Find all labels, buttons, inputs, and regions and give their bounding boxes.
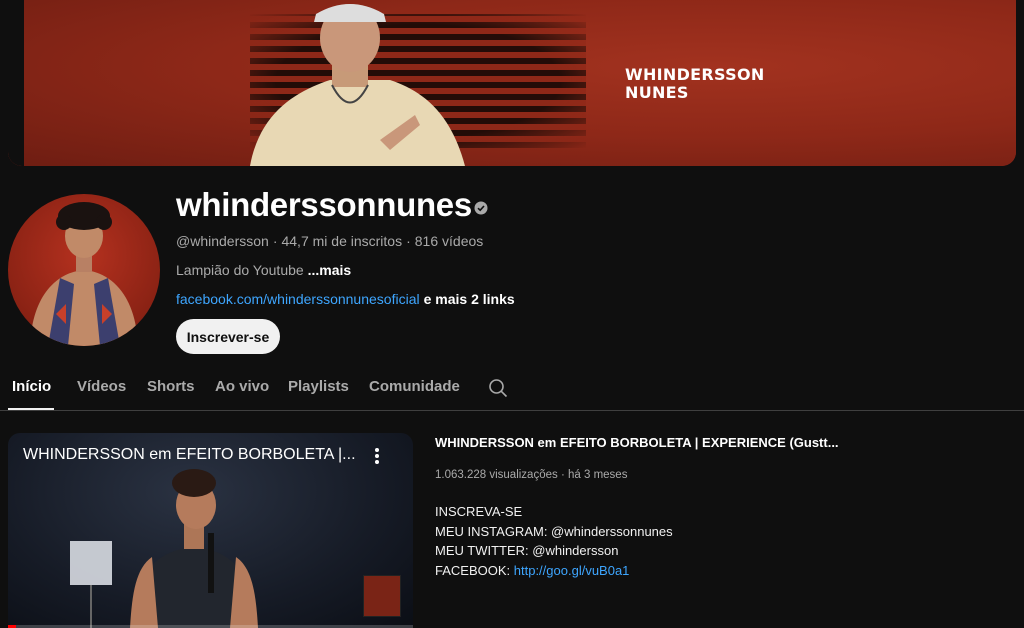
subscribe-button[interactable]: Inscrever-se <box>176 319 280 354</box>
tab-shorts[interactable]: Shorts <box>147 378 195 395</box>
description-line: FACEBOOK: http://goo.gl/vuB0a1 <box>435 562 630 578</box>
more-links-button[interactable]: e mais 2 links <box>424 291 515 307</box>
tab-inicio[interactable]: Início <box>12 378 51 395</box>
description-line: INSCREVA-SE <box>435 504 523 519</box>
channel-name: whinderssonnunes <box>176 186 472 223</box>
tab-playlists[interactable]: Playlists <box>288 378 349 395</box>
active-tab-indicator <box>8 408 54 410</box>
facebook-link[interactable]: facebook.com/whinderssonnunesoficial <box>176 291 420 307</box>
channel-watermark[interactable] <box>363 575 401 617</box>
featured-video-player[interactable]: WHINDERSSON em EFEITO BORBOLETA |... <box>8 433 413 628</box>
channel-description[interactable]: Lampião do Youtube ...mais <box>176 262 351 278</box>
meta-separator: · <box>406 233 411 249</box>
banner-portrait-image <box>250 4 465 166</box>
video-performer-image <box>130 469 258 628</box>
more-vert-icon[interactable] <box>372 446 382 466</box>
description-more-link[interactable]: ...mais <box>308 262 352 278</box>
description-line: MEU TWITTER: @whindersson <box>435 543 619 558</box>
channel-meta: @whindersson · 44,7 mi de inscritos · 816 ví… <box>176 233 483 249</box>
upload-age: há 3 meses <box>568 469 628 481</box>
channel-avatar[interactable] <box>8 194 160 346</box>
description-line: MEU INSTAGRAM: @whinderssonnunes <box>435 523 673 539</box>
channel-links: facebook.com/whinderssonnunesoficial e ma… <box>176 291 515 307</box>
tab-comunidade[interactable]: Comunidade <box>369 378 460 395</box>
tab-ao-vivo[interactable]: Ao vivo <box>215 378 269 395</box>
video-player-title[interactable]: WHINDERSSON em EFEITO BORBOLETA |... <box>23 446 356 464</box>
meta-separator: · <box>272 233 278 249</box>
facebook-short-link[interactable]: http://goo.gl/vuB0a1 <box>514 563 630 578</box>
channel-tabs: Início Vídeos Shorts Ao vivo Playlists C… <box>0 368 1024 411</box>
description-text: Lampião do Youtube <box>176 262 304 278</box>
meta-separator: · <box>560 469 565 481</box>
banner-title: WHINDERSSON NUNES <box>625 65 765 102</box>
view-count: 1.063.228 visualizações <box>435 469 558 481</box>
featured-video-meta: 1.063.228 visualizações · há 3 meses <box>435 469 627 481</box>
music-stand-graphic <box>70 541 112 628</box>
featured-video-description: INSCREVA-SE MEU INSTAGRAM: @whinderssonn… <box>435 502 673 580</box>
subscriber-count: 44,7 mi de inscritos <box>281 233 403 249</box>
video-count: 816 vídeos <box>414 233 484 249</box>
search-icon[interactable] <box>488 378 508 398</box>
channel-banner: WHINDERSSON NUNES <box>8 0 1016 166</box>
tab-videos[interactable]: Vídeos <box>77 378 126 395</box>
channel-handle: @whindersson <box>176 233 269 249</box>
featured-video-title[interactable]: WHINDERSSON em EFEITO BORBOLETA | EXPERI… <box>435 435 839 450</box>
avatar-image <box>30 202 138 346</box>
verified-badge-icon <box>474 201 488 215</box>
